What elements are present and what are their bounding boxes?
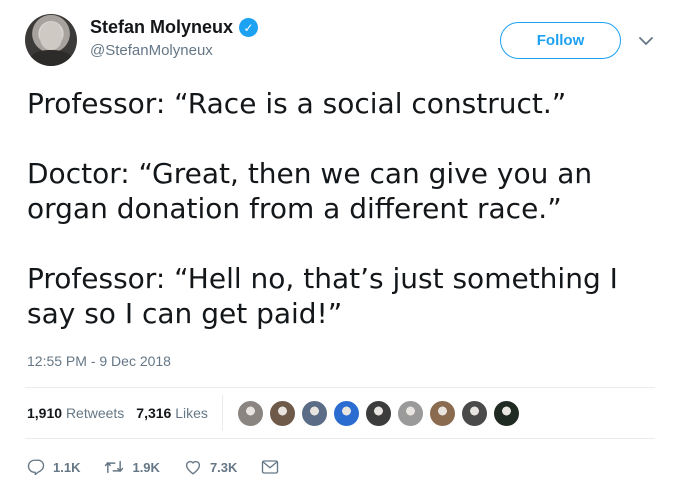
tweet-paragraph: Professor: “Hell no, that’s just somethi… [27,262,618,330]
stats-divider [221,395,223,431]
avatar-face [40,22,62,50]
like-button[interactable]: 7.3K [184,458,237,476]
envelope-icon [262,460,279,474]
author-info: Stefan Molyneux ✓ @StefanMolyneux [90,17,259,59]
user-avatar-icon[interactable] [460,399,488,427]
likes-label: Likes [175,405,208,421]
chevron-down-icon[interactable] [637,32,655,50]
user-avatar-icon[interactable] [332,399,360,427]
follow-button[interactable]: Follow [500,22,621,59]
direct-message-button[interactable] [261,459,287,475]
liker-avatars [236,399,525,427]
user-avatar-icon[interactable] [396,399,424,427]
retweet-button[interactable]: 1.9K [104,458,160,476]
avatar-coat [29,50,73,66]
user-avatar-icon[interactable] [364,399,392,427]
reply-icon [27,459,45,476]
tweet-text: Professor: “Race is a social construct.”… [27,86,667,331]
author-name-row: Stefan Molyneux ✓ [90,17,259,38]
user-avatar-icon[interactable] [268,399,296,427]
user-avatar-icon[interactable] [492,399,520,427]
retweets-count: 1,910 [27,405,63,421]
author-name[interactable]: Stefan Molyneux [90,17,233,38]
tweet-header: Stefan Molyneux ✓ @StefanMolyneux Follow [25,14,665,76]
user-avatar-icon[interactable] [428,399,456,427]
retweets-label: Retweets [65,405,125,421]
user-avatar-icon[interactable] [236,399,264,427]
likes-count: 7,316 [136,405,172,421]
verified-badge-icon: ✓ [239,18,259,37]
reply-button[interactable]: 1.1K [27,458,80,476]
like-count: 7.3K [209,459,238,475]
user-avatar-icon[interactable] [300,399,328,427]
heart-icon [185,460,200,475]
retweets-stat[interactable]: 1,910 Retweets [27,405,124,421]
likes-stat[interactable]: 7,316 Likes [136,405,208,421]
retweet-count: 1.9K [132,459,160,475]
reply-count: 1.1K [53,459,81,475]
tweet-paragraph: Professor: “Race is a social construct.” [27,87,567,120]
author-avatar[interactable] [25,14,77,66]
author-handle[interactable]: @StefanMolyneux [90,42,258,59]
tweet-stats: 1,910 Retweets 7,316 Likes [27,388,657,438]
tweet-actions: 1.1K 1.9K 7.3K [27,455,311,479]
tweet-timestamp[interactable]: 12:55 PM - 9 Dec 2018 [27,353,171,369]
divider [25,438,655,439]
tweet-paragraph: Doctor: “Great, then we can give you an … [27,157,593,225]
retweet-icon [105,460,124,474]
